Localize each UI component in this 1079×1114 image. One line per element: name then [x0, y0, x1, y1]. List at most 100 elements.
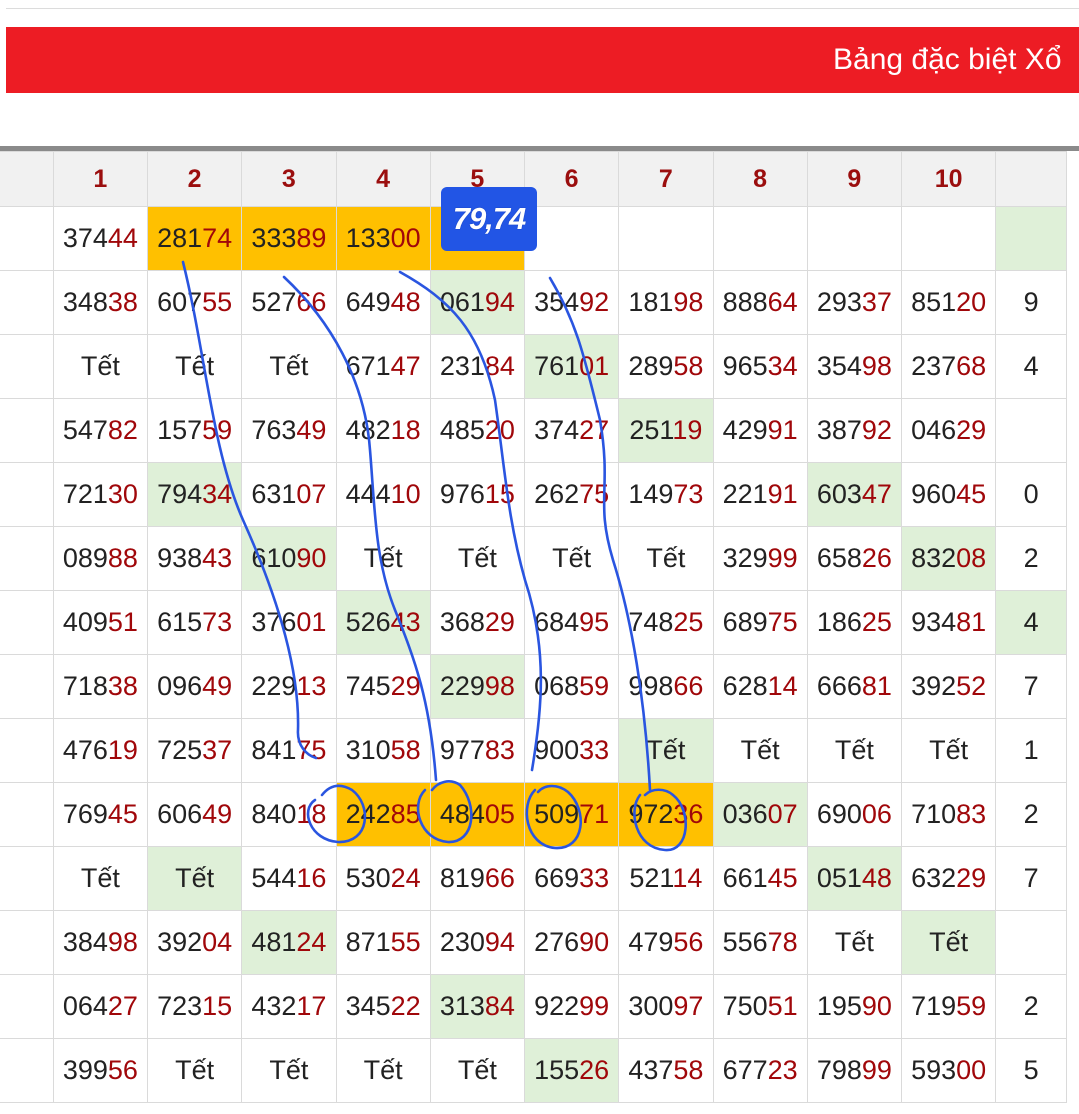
number-tail: 26 [579, 1055, 610, 1085]
number-tail: 16 [296, 863, 327, 893]
result-cell [0, 974, 54, 1039]
result-cell: 25119 [618, 398, 714, 463]
number-tail: 48 [861, 863, 892, 893]
number-head: 482 [345, 415, 391, 445]
result-cell: 23768 [900, 334, 997, 399]
result-cell: 87155 [335, 910, 431, 975]
number-head: 922 [534, 991, 580, 1021]
number-head: 061 [439, 287, 485, 317]
result-cell: 7 [995, 846, 1067, 911]
number-head: 149 [628, 479, 674, 509]
number-head: 718 [62, 671, 108, 701]
number-tail: 83 [484, 735, 515, 765]
number-head: 368 [439, 607, 485, 637]
number-tail: 20 [956, 287, 987, 317]
number-head: 669 [534, 863, 580, 893]
result-cell: 30097 [618, 974, 714, 1039]
result-cell: 85120 [900, 270, 997, 335]
number-tail: 47 [861, 479, 892, 509]
number-tail: 26 [861, 543, 892, 573]
number-head: 155 [534, 1055, 580, 1085]
number-tail: 22 [390, 991, 421, 1021]
number-tail: 98 [673, 287, 704, 317]
column-header: 4 [335, 151, 431, 207]
result-cell: 74529 [335, 654, 431, 719]
number-tail: 90 [579, 927, 610, 957]
number-tail: 84 [484, 351, 515, 381]
result-cell: 67147 [335, 334, 431, 399]
number-head: 977 [439, 735, 485, 765]
number-tail: 05 [484, 799, 515, 829]
number-head: 689 [722, 607, 768, 637]
result-cell: 71838 [52, 654, 149, 719]
result-cell: 52766 [241, 270, 337, 335]
column-header: 10 [900, 151, 997, 207]
result-cell [712, 206, 808, 271]
number-head: 195 [816, 991, 862, 1021]
number-tail: 51 [107, 607, 138, 637]
number-head: 649 [345, 287, 391, 317]
result-cell: 03607 [712, 782, 808, 847]
result-cell: Tết [241, 1038, 337, 1103]
number-head: 432 [251, 991, 297, 1021]
number-head: 721 [62, 479, 108, 509]
result-cell: 7 [995, 654, 1067, 719]
number-tail: 36 [673, 799, 704, 829]
number-head: 841 [251, 735, 297, 765]
number-head: 348 [62, 287, 108, 317]
number-head: 276 [534, 927, 580, 957]
number-head: 374 [534, 415, 580, 445]
number-head: 289 [628, 351, 674, 381]
number-tail: 23 [767, 1055, 798, 1085]
result-cell: 43758 [618, 1038, 714, 1103]
result-cell [0, 782, 54, 847]
number-head: 661 [722, 863, 768, 893]
number-tail: 75 [767, 607, 798, 637]
number-head: 547 [62, 415, 108, 445]
result-cell: 71959 [900, 974, 997, 1039]
result-cell: 88864 [712, 270, 808, 335]
number-tail: 64 [767, 287, 798, 317]
table-row: 40951 61573 37601 52643 36829 68495 74825 68975… [0, 590, 1067, 655]
number-head: Tết [740, 735, 780, 765]
result-cell: 37601 [241, 590, 337, 655]
result-cell: 68495 [523, 590, 620, 655]
table-row: 08988 93843 61090 Tết Tết Tết Tết 32999 65826 832… [0, 526, 1067, 591]
result-cell: 5 [995, 1038, 1067, 1103]
number-head: 671 [345, 351, 391, 381]
number-tail: 71 [579, 799, 610, 829]
number-head: 606 [157, 799, 203, 829]
number-head: 313 [439, 991, 485, 1021]
number-head: 723 [157, 991, 203, 1021]
result-cell: Tết [523, 526, 620, 591]
result-cell: 47956 [618, 910, 714, 975]
number-tail: 94 [484, 927, 515, 957]
number-head: 479 [628, 927, 674, 957]
number-tail: 17 [296, 991, 327, 1021]
result-cell: 97615 [429, 462, 526, 527]
number-head: 938 [157, 543, 203, 573]
number-head: 329 [722, 543, 768, 573]
result-cell [0, 654, 54, 719]
result-cell: 14973 [618, 462, 714, 527]
result-cell: Tết [712, 718, 808, 783]
result-cell: 35492 [523, 270, 620, 335]
table-row: 72130 79434 63107 44410 97615 26275 14973 22191… [0, 462, 1067, 527]
number-head: 5 [1023, 1055, 1039, 1085]
number-tail: 29 [956, 863, 987, 893]
number-tail: 56 [107, 1055, 138, 1085]
results-table-container[interactable]: 1 2 3 4 5 6 7 8 9 10 37444 28174 33389 13300 34838 607… [0, 146, 1079, 1114]
number-head: Tết [175, 351, 215, 381]
number-head: 607 [157, 287, 203, 317]
number-tail: 45 [956, 479, 987, 509]
number-tail: 97 [673, 991, 704, 1021]
number-head: 064 [62, 991, 108, 1021]
result-cell: 40951 [52, 590, 149, 655]
number-head: 096 [157, 671, 203, 701]
number-head: 384 [62, 927, 108, 957]
number-head: 632 [911, 863, 957, 893]
result-cell: Tết [241, 334, 337, 399]
number-head: 133 [345, 223, 391, 253]
number-head: 960 [911, 479, 957, 509]
number-head: Tết [269, 351, 309, 381]
